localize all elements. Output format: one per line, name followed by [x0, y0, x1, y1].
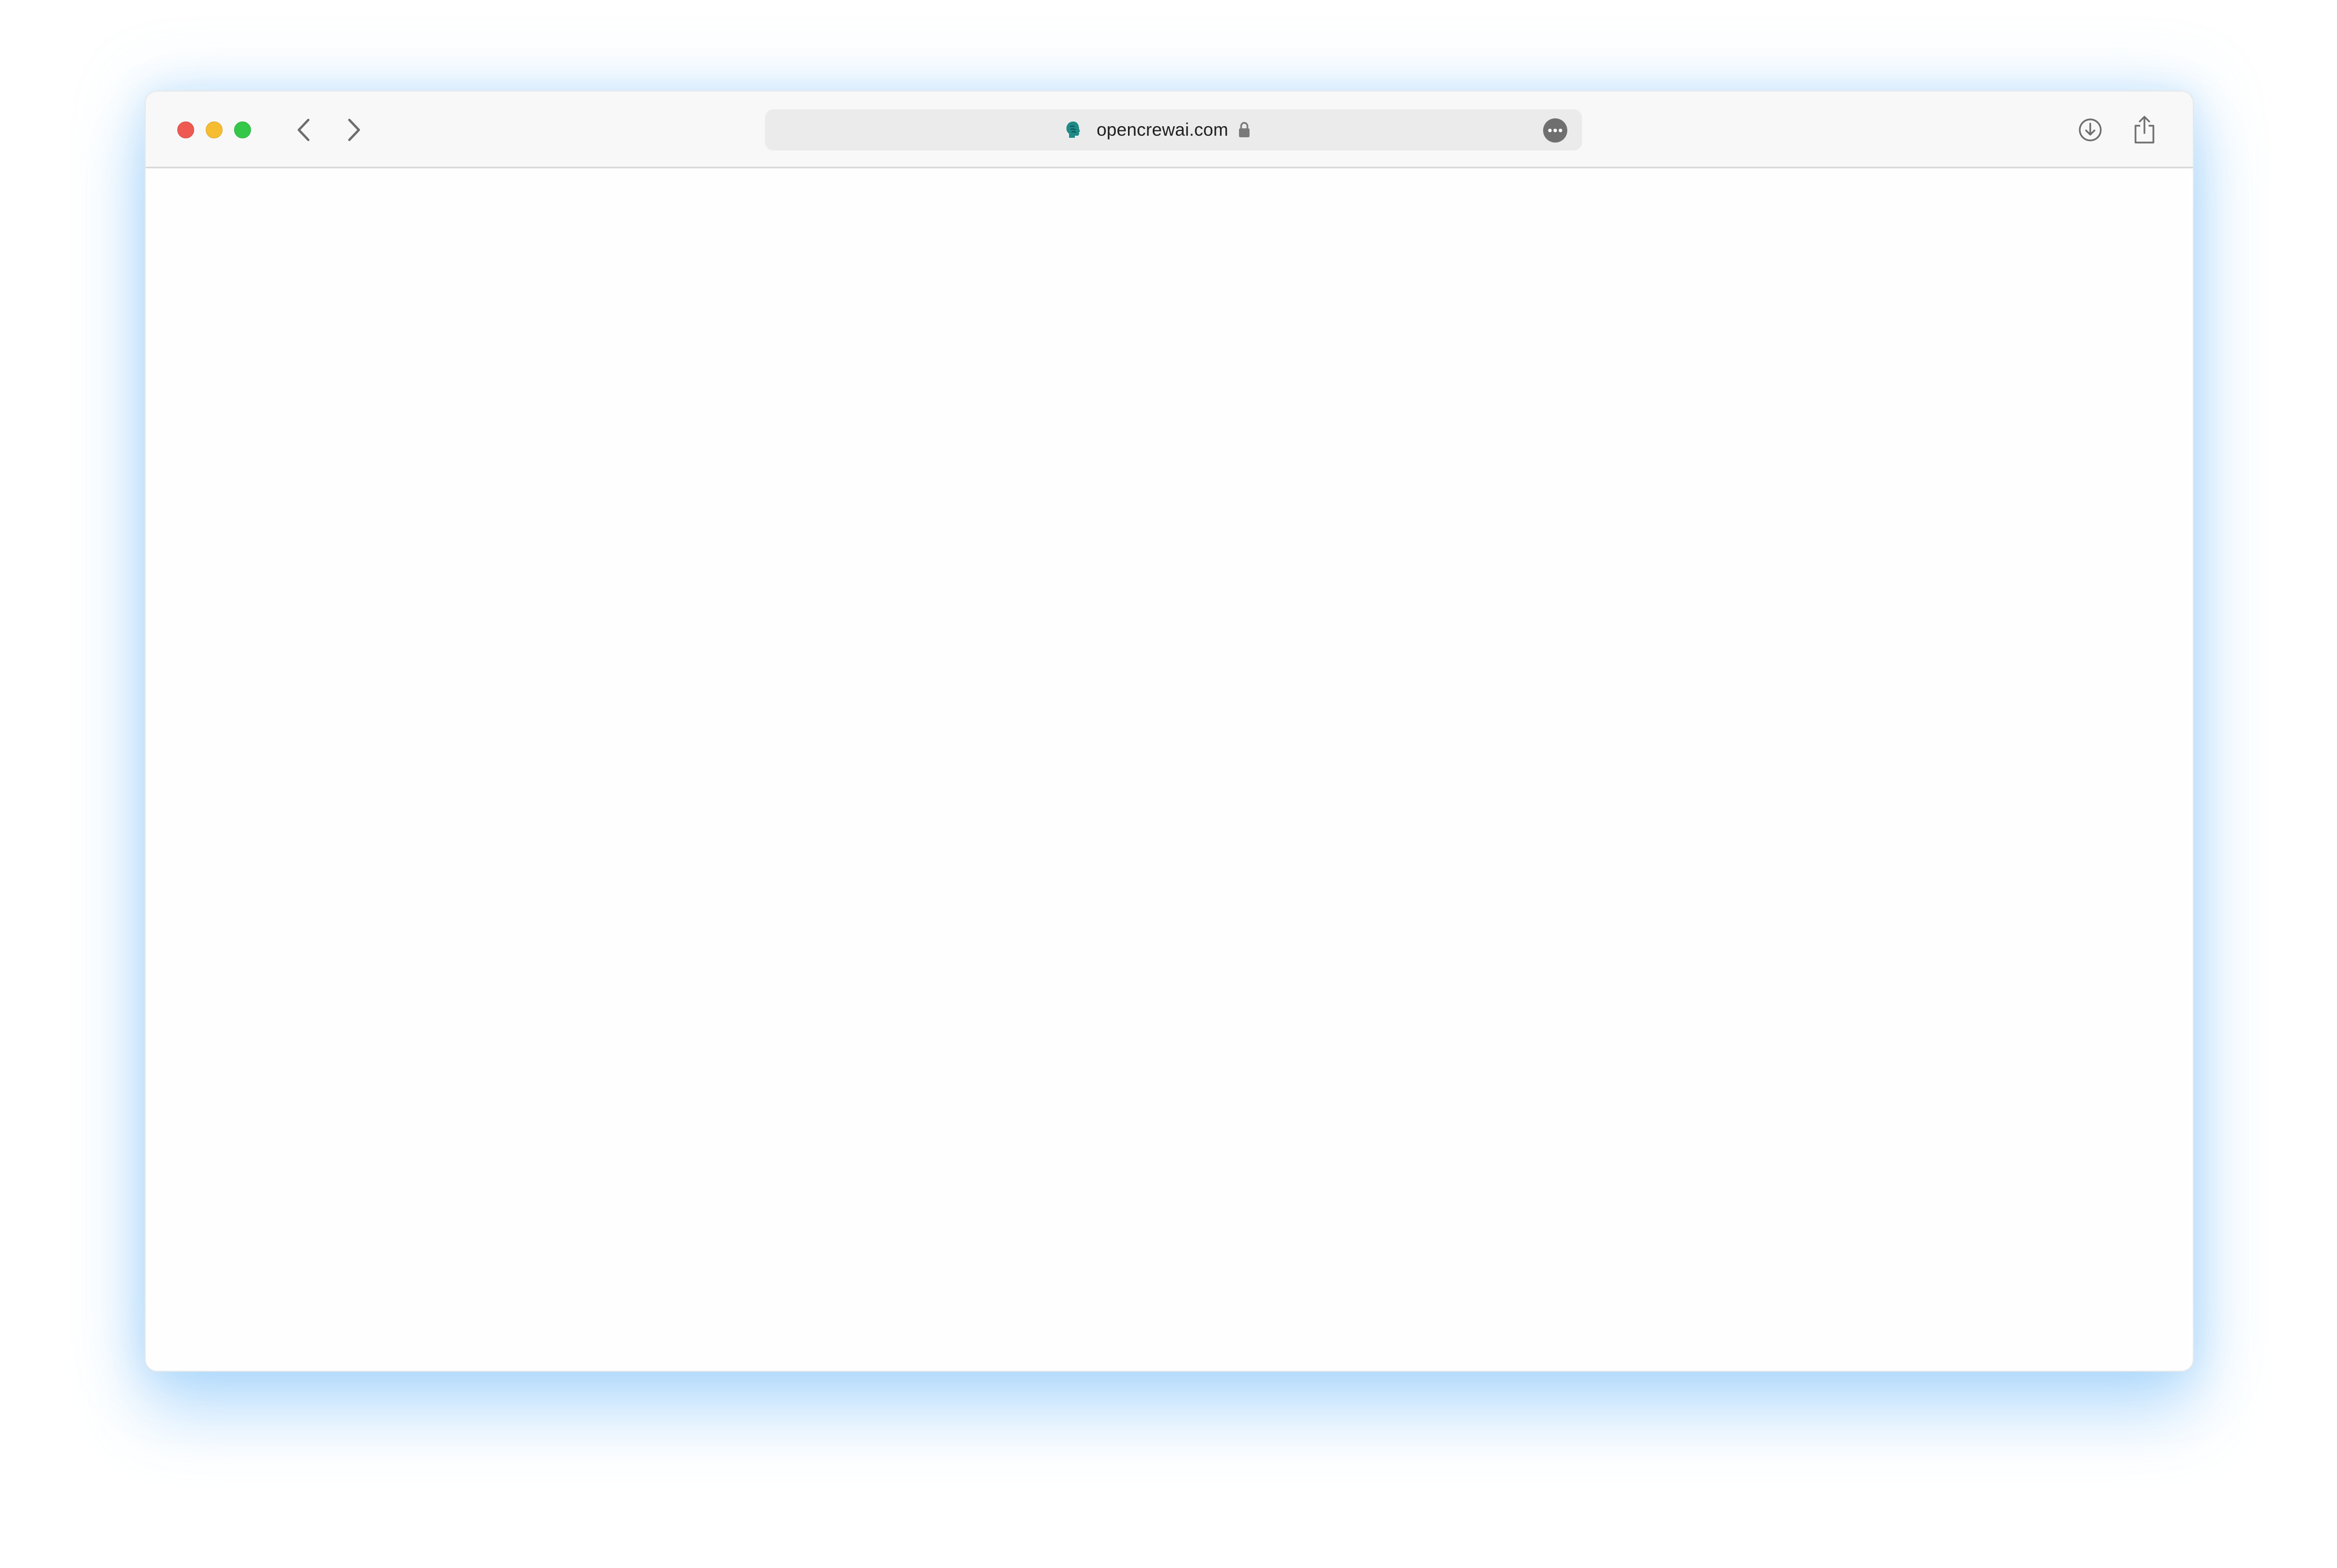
share-button[interactable] — [2129, 114, 2160, 146]
browser-window: opencrewai.com — [145, 90, 2194, 1372]
download-circle-icon — [2079, 118, 2102, 141]
close-window-button[interactable] — [177, 122, 194, 138]
downloads-button[interactable] — [2074, 114, 2106, 146]
minimize-window-button[interactable] — [206, 122, 223, 138]
forward-button[interactable] — [339, 115, 369, 145]
address-bar-content: opencrewai.com — [765, 109, 1582, 150]
page-menu-button[interactable] — [1543, 118, 1567, 143]
lock-icon — [1237, 120, 1252, 139]
zoom-window-button[interactable] — [234, 122, 251, 138]
address-bar[interactable]: opencrewai.com — [765, 109, 1582, 150]
ellipsis-circle-icon — [1548, 128, 1563, 133]
brain-head-icon — [1064, 119, 1083, 140]
chevron-right-icon — [348, 118, 360, 141]
page-content-area — [146, 168, 2193, 1371]
chevron-left-icon — [297, 118, 310, 141]
share-icon — [2134, 116, 2154, 144]
url-text: opencrewai.com — [1096, 119, 1228, 140]
back-button[interactable] — [289, 115, 318, 145]
browser-toolbar: opencrewai.com — [146, 92, 2193, 168]
screenshot-stage: opencrewai.com — [0, 0, 2337, 1568]
